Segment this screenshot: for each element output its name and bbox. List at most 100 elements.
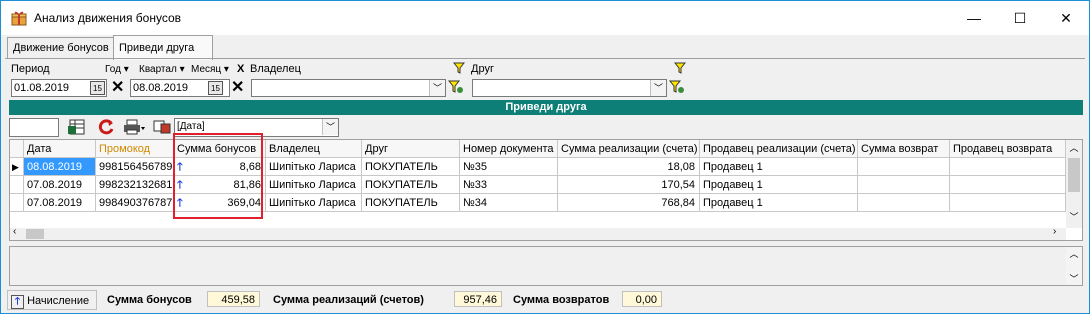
- table-cell-sale-sum[interactable]: 18,08: [558, 158, 700, 176]
- chevron-down-icon[interactable]: ﹀: [650, 80, 666, 96]
- status-bar: 🡑 Начисление Сумма бонусов 459,58 Сумма …: [7, 290, 1085, 310]
- calendar-icon[interactable]: 15: [90, 81, 105, 95]
- highlight-box: [173, 133, 263, 219]
- section-title: Приведи друга: [9, 100, 1083, 115]
- legend-label: Начисление: [27, 295, 90, 307]
- table-cell-seller[interactable]: Продавец 1: [700, 158, 858, 176]
- date-from-value: 01.08.2019: [14, 82, 70, 94]
- table-cell-sale-sum[interactable]: 768,84: [558, 194, 700, 212]
- minimize-icon: —: [967, 10, 981, 26]
- table-cell-return-sum[interactable]: [858, 176, 950, 194]
- vertical-scrollbar[interactable]: ︿ ﹀: [1066, 140, 1082, 228]
- table-cell-friend[interactable]: ПОКУПАТЕЛЬ: [362, 194, 460, 212]
- close-button[interactable]: ✕: [1043, 1, 1089, 35]
- scroll-down-icon[interactable]: ﹀: [1066, 272, 1082, 285]
- table-cell-date[interactable]: 07.08.2019: [24, 176, 96, 194]
- year-dropdown[interactable]: Год ▾: [105, 64, 129, 75]
- table-cell-document[interactable]: №35: [460, 158, 558, 176]
- column-header-return-seller[interactable]: Продавец возврата: [950, 140, 1066, 158]
- scroll-up-icon[interactable]: ︿: [1066, 247, 1082, 261]
- clear-filter-icon[interactable]: [669, 79, 685, 95]
- table-cell-return-sum[interactable]: [858, 194, 950, 212]
- column-header-seller[interactable]: Продавец реализации (счета): [700, 140, 858, 158]
- sales-sum-label: Сумма реализаций (счетов): [273, 294, 424, 306]
- column-header-date[interactable]: Дата: [24, 140, 96, 158]
- tab-divider: [5, 58, 1085, 59]
- scroll-left-icon[interactable]: ‹: [13, 226, 16, 237]
- details-panel: ︿ ﹀: [9, 246, 1083, 286]
- column-header-document[interactable]: Номер документа: [460, 140, 558, 158]
- table-cell-seller[interactable]: Продавец 1: [700, 194, 858, 212]
- filter-icon[interactable]: [453, 62, 465, 74]
- table-cell-return-seller[interactable]: [950, 176, 1066, 194]
- filter-icon[interactable]: [674, 62, 686, 74]
- tab-label: Движение бонусов: [13, 42, 109, 54]
- table-cell-seller[interactable]: Продавец 1: [700, 176, 858, 194]
- table-cell-promo[interactable]: 998156456789: [96, 158, 174, 176]
- friend-label: Друг: [471, 63, 494, 75]
- legend-accrual: 🡑 Начисление: [7, 290, 97, 310]
- table-cell-friend[interactable]: ПОКУПАТЕЛЬ: [362, 176, 460, 194]
- scroll-down-icon[interactable]: ﹀: [1066, 210, 1082, 223]
- details-scrollbar[interactable]: ︿ ﹀: [1066, 247, 1082, 285]
- chevron-down-icon[interactable]: ﹀: [322, 119, 338, 135]
- gift-icon: [11, 11, 27, 26]
- returns-sum-label: Сумма возвратов: [513, 294, 610, 306]
- table-cell-friend[interactable]: ПОКУПАТЕЛЬ: [362, 158, 460, 176]
- table-cell-owner[interactable]: Шипітько Лариса: [266, 158, 362, 176]
- table-cell-sale-sum[interactable]: 170,54: [558, 176, 700, 194]
- period-label: Период: [11, 63, 50, 75]
- table-cell-promo[interactable]: 998232132681: [96, 176, 174, 194]
- table-cell-return-seller[interactable]: [950, 194, 1066, 212]
- date-to-value: 08.08.2019: [133, 82, 189, 94]
- horizontal-scrollbar[interactable]: ‹ ›: [10, 226, 1066, 240]
- print-icon[interactable]: [123, 118, 147, 136]
- row-selector-icon[interactable]: ▶: [10, 158, 24, 176]
- row-selector[interactable]: [10, 176, 24, 194]
- column-header-sale-sum[interactable]: Сумма реализации (счета): [558, 140, 700, 158]
- row-selector[interactable]: [10, 194, 24, 212]
- table-cell-date[interactable]: 07.08.2019: [24, 194, 96, 212]
- column-header-friend[interactable]: Друг: [362, 140, 460, 158]
- search-input[interactable]: [9, 118, 59, 137]
- quarter-dropdown[interactable]: Квартал ▾: [139, 64, 185, 75]
- tab-refer-friend[interactable]: Приведи друга: [113, 35, 213, 60]
- chevron-down-icon[interactable]: ﹀: [429, 80, 445, 96]
- month-dropdown[interactable]: Месяц ▾: [191, 64, 229, 75]
- close-icon: ✕: [1060, 9, 1072, 26]
- table-cell-owner[interactable]: Шипітько Лариса: [266, 194, 362, 212]
- clear-filter-icon[interactable]: [448, 79, 464, 95]
- clear-date-from-icon[interactable]: ✕: [111, 80, 124, 96]
- column-header-label: Промокод: [99, 143, 151, 155]
- scroll-up-icon[interactable]: ︿: [1066, 140, 1082, 156]
- table-cell-promo[interactable]: 998490376787: [96, 194, 174, 212]
- columns-settings-icon[interactable]: [153, 118, 171, 136]
- friend-combo[interactable]: [472, 79, 667, 97]
- table-cell-return-sum[interactable]: [858, 158, 950, 176]
- table-cell-document[interactable]: №33: [460, 176, 558, 194]
- owner-combo[interactable]: [251, 79, 446, 97]
- arrow-up-icon: 🡑: [11, 295, 24, 309]
- tab-bonus-movement[interactable]: Движение бонусов: [7, 37, 115, 58]
- table-cell-return-seller[interactable]: [950, 158, 1066, 176]
- column-header-return-sum[interactable]: Сумма возврат: [858, 140, 950, 158]
- scrollbar-thumb[interactable]: [26, 229, 44, 239]
- calendar-icon[interactable]: 15: [208, 81, 223, 95]
- column-header-promo[interactable]: Промокод: [96, 140, 174, 158]
- tab-label: Приведи друга: [119, 42, 195, 54]
- scrollbar-thumb[interactable]: [1068, 158, 1080, 192]
- column-header-label: Сумма реализации (счета): [561, 143, 698, 155]
- maximize-button[interactable]: ☐: [997, 1, 1043, 35]
- export-excel-icon[interactable]: [67, 118, 87, 136]
- scroll-right-icon[interactable]: ›: [1053, 226, 1056, 237]
- clear-period-button[interactable]: X: [237, 63, 244, 75]
- table-cell-date[interactable]: 08.08.2019: [24, 158, 96, 176]
- column-header-owner[interactable]: Владелец: [266, 140, 362, 158]
- refresh-icon[interactable]: [97, 118, 115, 136]
- table-cell-owner[interactable]: Шипітько Лариса: [266, 176, 362, 194]
- clear-date-to-icon[interactable]: ✕: [231, 80, 244, 96]
- title-bar: Анализ движения бонусов — ☐ ✕: [1, 1, 1089, 35]
- column-header-label: Продавец возврата: [953, 143, 1053, 155]
- minimize-button[interactable]: —: [951, 1, 997, 35]
- table-cell-document[interactable]: №34: [460, 194, 558, 212]
